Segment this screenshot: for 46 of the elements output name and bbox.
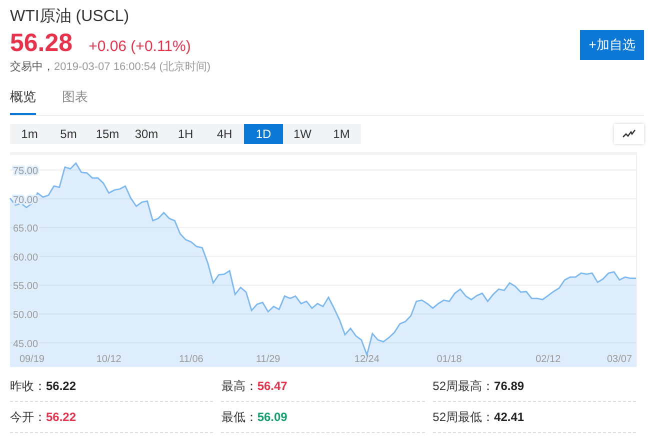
x-axis-label: 10/12 — [96, 354, 122, 364]
y-axis-label: 60.00 — [13, 252, 38, 263]
interval-tab[interactable]: 1M — [322, 124, 361, 144]
y-axis-label: 75.00 — [13, 165, 38, 176]
stat-label: 今开： — [10, 410, 46, 424]
stat-label: 52周最高： — [432, 378, 494, 392]
stat-value: 76.89 — [494, 378, 524, 392]
y-axis-label: 65.00 — [13, 223, 38, 234]
timezone: (北京时间) — [159, 60, 211, 72]
x-axis-label: 11/06 — [179, 354, 204, 364]
stat-value: 56.09 — [257, 410, 288, 424]
price: 56.28 — [10, 28, 73, 58]
x-axis-label: 01/18 — [436, 354, 462, 364]
page-tab[interactable]: 图表 — [62, 83, 88, 114]
stat-label: 52周最低： — [432, 410, 494, 424]
line-chart-icon — [622, 128, 636, 138]
x-axis-label: 03/07 — [607, 354, 632, 364]
x-axis-label: 11/29 — [256, 354, 280, 364]
stat-value: 42.41 — [494, 410, 524, 424]
timestamp: 2019-03-07 16:00:54 — [54, 60, 156, 72]
interval-tab[interactable]: 5m — [49, 124, 88, 144]
page-tab[interactable]: 概览 — [10, 83, 36, 114]
interval-tab[interactable]: 15m — [88, 124, 127, 144]
interval-tab[interactable]: 4H — [205, 124, 244, 144]
chart-type-button[interactable] — [614, 124, 644, 144]
stat-value: 56.47 — [257, 378, 288, 392]
interval-tab[interactable]: 30m — [127, 124, 166, 144]
stat-label: 最高： — [221, 378, 258, 392]
price-change: +0.06 (+0.11%) — [88, 37, 191, 57]
stat-label: 昨收： — [10, 378, 46, 392]
trading-status: 交易中， — [10, 60, 54, 72]
x-axis-label: 12/24 — [354, 354, 380, 364]
stat-value: 56.22 — [46, 378, 76, 392]
interval-tab[interactable]: 1H — [166, 124, 205, 144]
x-axis-label: 09/19 — [19, 354, 44, 364]
interval-tab[interactable]: 1m — [10, 124, 49, 144]
interval-tab[interactable]: 1D — [244, 124, 283, 144]
y-axis-label: 55.00 — [13, 280, 38, 292]
instrument-title: WTI原油 (USCL) — [10, 6, 130, 27]
interval-tab[interactable]: 1W — [283, 124, 322, 144]
x-axis-label: 02/12 — [536, 354, 561, 364]
stat-value: 56.22 — [46, 410, 76, 424]
stat-label: 最低： — [221, 410, 258, 424]
y-axis-label: 50.00 — [13, 310, 38, 320]
add-watchlist-button[interactable]: +加自选 — [580, 30, 644, 60]
y-axis-label: 45.00 — [13, 338, 38, 350]
